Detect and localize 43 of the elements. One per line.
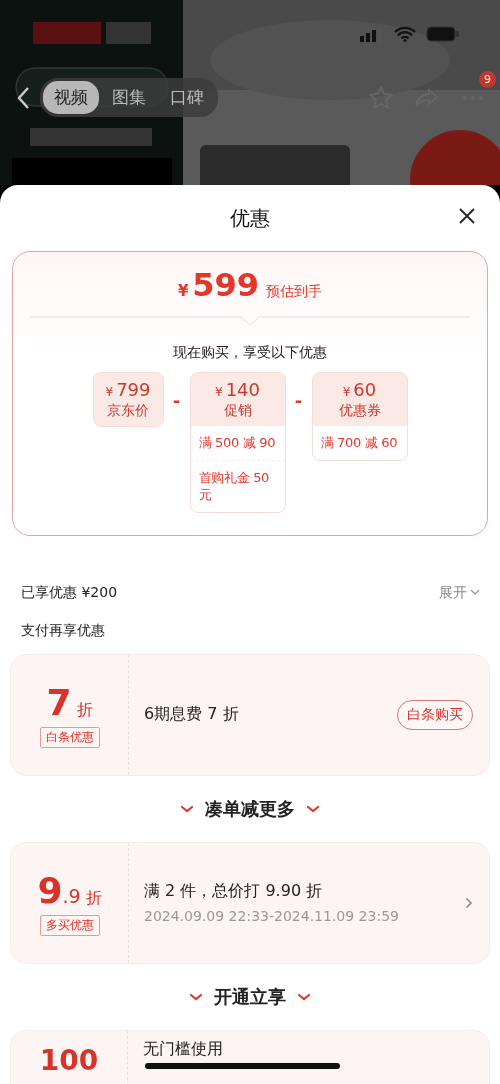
offer-title: 满 2 件，总价打 9.90 折 xyxy=(144,881,324,903)
minus-sign: - xyxy=(171,390,182,411)
discount-unit: 折 xyxy=(76,699,93,721)
discount-decimal: .9 xyxy=(62,884,81,907)
discount-intro: 现在购买，享受以下优惠 xyxy=(172,344,328,362)
promotion-detail: 满 700 减 60 xyxy=(319,434,399,452)
chevron-down-icon xyxy=(298,992,310,1001)
saved-amount: 已享优惠 ¥200 xyxy=(21,583,118,602)
discount-value: 7 xyxy=(46,681,72,723)
currency-sign: ¥ xyxy=(177,282,189,300)
offer-tag: 多买优惠 xyxy=(39,914,100,936)
estimated-price: 599 xyxy=(192,266,260,304)
wifi-icon xyxy=(394,26,416,42)
promotion-detail: 满 500 减 90 xyxy=(197,434,277,452)
amount: ¥ 799 xyxy=(105,379,151,400)
amount-label: 京东价 xyxy=(106,402,150,420)
minus-sign: - xyxy=(293,390,304,411)
offer-period: 2024.09.09 22:33-2024.11.09 23:59 xyxy=(144,908,400,925)
sheet-title: 优惠 xyxy=(230,204,270,232)
offer-title: 无门槛使用 xyxy=(143,1038,224,1060)
discount-value: 100 xyxy=(39,1046,99,1075)
chevron-down-icon xyxy=(307,804,319,813)
section-label: 支付再享优惠 xyxy=(21,621,106,640)
price-note: 预估到手 xyxy=(266,283,323,301)
section-heading: 凑单减更多 xyxy=(205,796,295,821)
amount: ¥ 60 xyxy=(341,379,378,400)
amount-label: 优惠券 xyxy=(337,402,382,420)
chevron-down-icon xyxy=(470,589,480,597)
amount: ¥ 140 xyxy=(214,379,261,400)
promotion-detail: 首购礼金 50元 xyxy=(190,459,285,512)
offer-tag: 白条优惠 xyxy=(39,726,100,748)
chevron-down-icon xyxy=(181,804,193,813)
amount-label: 促销 xyxy=(222,402,253,420)
offer-title: 6期息费 7 折 xyxy=(144,704,240,726)
buy-button[interactable]: 白条购买 xyxy=(397,699,473,730)
battery-icon xyxy=(426,26,460,42)
close-icon[interactable] xyxy=(458,207,476,225)
discount-unit: 折 xyxy=(85,887,102,909)
chevron-right-icon[interactable] xyxy=(465,896,473,909)
expand-button[interactable]: 展开 xyxy=(439,583,480,602)
chevron-down-icon xyxy=(190,992,202,1001)
discount-value: 9 xyxy=(37,869,63,911)
section-heading: 开通立享 xyxy=(214,984,286,1009)
